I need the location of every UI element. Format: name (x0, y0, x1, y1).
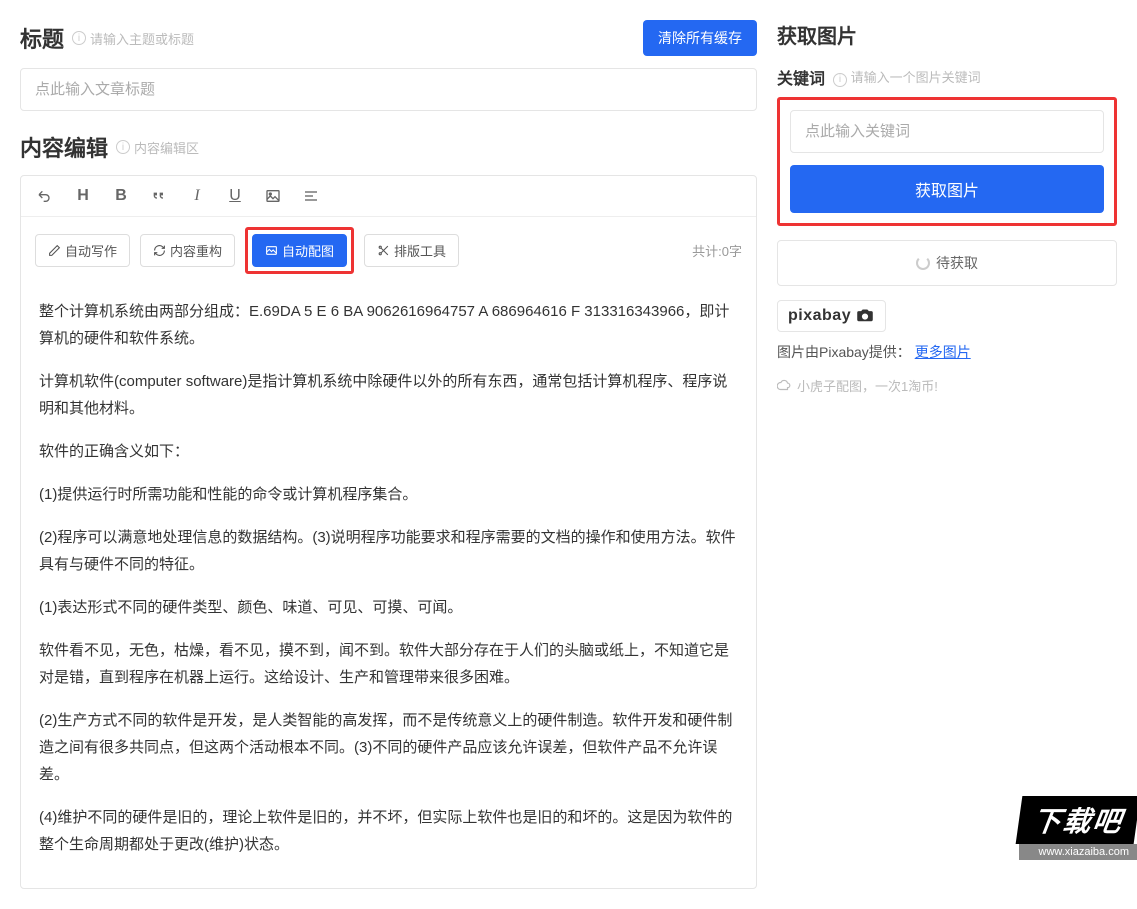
italic-icon[interactable]: I (187, 186, 207, 206)
keyword-highlight-frame: 获取图片 (777, 97, 1117, 226)
content-editor[interactable]: 整个计算机系统由两部分组成：E.69DA 5 E 6 BA 9062616964… (21, 284, 756, 888)
content-paragraph: 整个计算机系统由两部分组成：E.69DA 5 E 6 BA 9062616964… (39, 298, 738, 352)
sidebar-title: 获取图片 (777, 20, 1117, 49)
more-images-link[interactable]: 更多图片 (915, 344, 971, 360)
main-column: 标题 i 请输入主题或标题 清除所有缓存 内容编辑 i 内容编辑区 (20, 20, 757, 889)
promo-line: 小虎子配图，一次1淘币! (777, 376, 1117, 395)
content-paragraph: 软件的正确含义如下： (39, 438, 738, 465)
content-hint: i 内容编辑区 (116, 138, 199, 157)
align-left-icon[interactable] (301, 186, 321, 206)
quote-icon[interactable] (149, 186, 169, 206)
info-icon: i (833, 73, 847, 87)
bold-icon[interactable]: B (111, 186, 131, 206)
clear-cache-button[interactable]: 清除所有缓存 (643, 20, 757, 56)
keyword-input[interactable] (790, 110, 1104, 153)
content-paragraph: (2)生产方式不同的软件是开发，是人类智能的高发挥，而不是传统意义上的硬件制造。… (39, 707, 738, 788)
fetch-image-button[interactable]: 获取图片 (790, 165, 1104, 213)
credit-line: 图片由Pixabay提供： 更多图片 (777, 342, 1117, 362)
content-header: 内容编辑 i 内容编辑区 (20, 131, 757, 163)
image-icon[interactable] (263, 186, 283, 206)
article-title-input[interactable] (20, 68, 757, 111)
sidebar: 获取图片 关键词 i 请输入一个图片关键词 获取图片 待获取 pixabay 图… (777, 20, 1117, 889)
pixabay-logo: pixabay (777, 300, 886, 332)
content-paragraph: (1)表达形式不同的硬件类型、颜色、味道、可见、可摸、可闻。 (39, 594, 738, 621)
content-paragraph: 软件看不见，无色，枯燥，看不见，摸不到，闻不到。软件大部分存在于人们的头脑或纸上… (39, 637, 738, 691)
editor-box: H B I U 自动写作 (20, 175, 757, 889)
title-hint: i 请输入主题或标题 (72, 29, 194, 48)
heading-icon[interactable]: H (73, 186, 93, 206)
info-icon: i (72, 31, 86, 45)
scissors-icon (377, 244, 390, 257)
pencil-icon (48, 244, 61, 257)
title-label: 标题 i 请输入主题或标题 (20, 22, 194, 54)
info-icon: i (116, 140, 130, 154)
keyword-label: 关键词 i 请输入一个图片关键词 (777, 65, 1117, 89)
content-paragraph: (2)程序可以满意地处理信息的数据结构。(3)说明程序功能要求和程序需要的文档的… (39, 524, 738, 578)
pending-status: 待获取 (777, 240, 1117, 286)
undo-icon[interactable] (35, 186, 55, 206)
restructure-button[interactable]: 内容重构 (140, 234, 235, 267)
word-count: 共计:0字 (692, 241, 742, 260)
auto-image-button[interactable]: 自动配图 (252, 234, 347, 267)
keyword-hint: i 请输入一个图片关键词 (833, 67, 981, 87)
layout-tool-button[interactable]: 排版工具 (364, 234, 459, 267)
underline-icon[interactable]: U (225, 186, 245, 206)
content-paragraph: (1)提供运行时所需功能和性能的命令或计算机程序集合。 (39, 481, 738, 508)
auto-write-button[interactable]: 自动写作 (35, 234, 130, 267)
camera-icon (855, 308, 875, 325)
format-toolbar: H B I U (21, 176, 756, 217)
cloud-icon (777, 379, 791, 393)
action-toolbar: 自动写作 内容重构 自动配图 排版工具 共计:0字 (21, 217, 756, 284)
content-paragraph: 计算机软件(computer software)是指计算机系统中除硬件以外的所有… (39, 368, 738, 422)
picture-icon (265, 244, 278, 257)
auto-image-highlight: 自动配图 (245, 227, 354, 274)
refresh-icon (153, 244, 166, 257)
content-paragraph: (4)维护不同的硬件是旧的，理论上软件是旧的，并不坏，但实际上软件也是旧的和坏的… (39, 804, 738, 858)
content-label: 内容编辑 i 内容编辑区 (20, 131, 199, 163)
title-header: 标题 i 请输入主题或标题 清除所有缓存 (20, 20, 757, 56)
spinner-icon (916, 256, 930, 270)
